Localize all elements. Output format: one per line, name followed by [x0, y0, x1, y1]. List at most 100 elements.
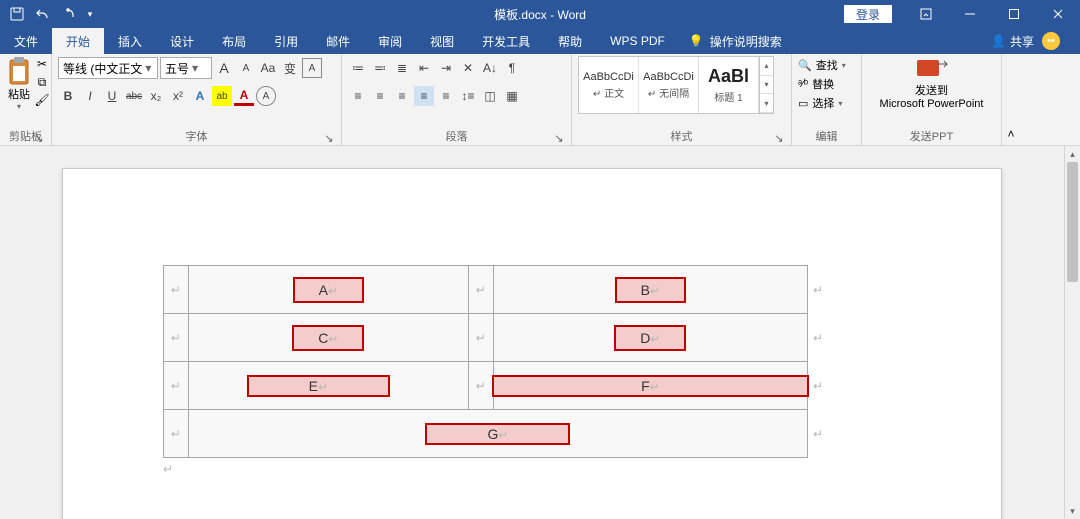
table-row[interactable]: ↵ C↵ ↵ D↵↵: [164, 314, 808, 362]
underline-button[interactable]: U: [102, 86, 122, 106]
document-table[interactable]: ↵ A↵ ↵ B↵↵ ↵ C↵ ↵ D↵↵ ↵ E↵ ↵ F↵↵: [163, 265, 808, 458]
table-cell[interactable]: B↵↵: [493, 266, 807, 314]
shading-button[interactable]: ◫: [480, 86, 500, 106]
increase-indent-button[interactable]: ⇥: [436, 58, 456, 78]
sort-button[interactable]: A↓: [480, 58, 500, 78]
vertical-scrollbar[interactable]: ▴ ▾: [1064, 146, 1080, 519]
save-icon[interactable]: [6, 3, 28, 25]
change-case-button[interactable]: Aa: [258, 58, 278, 78]
table-cell[interactable]: ↵: [164, 362, 189, 410]
dialog-launcher-icon[interactable]: ↘: [323, 132, 335, 144]
table-cell[interactable]: F↵↵: [493, 362, 807, 410]
decrease-indent-button[interactable]: ⇤: [414, 58, 434, 78]
tab-view[interactable]: 视图: [416, 28, 468, 54]
cut-icon[interactable]: ✂: [34, 56, 50, 72]
ribbon-display-options-icon[interactable]: [904, 0, 948, 28]
tab-home[interactable]: 开始: [52, 28, 104, 54]
shape-box[interactable]: D↵: [614, 325, 686, 351]
undo-icon[interactable]: [32, 3, 54, 25]
table-cell[interactable]: A↵: [188, 266, 468, 314]
bold-button[interactable]: B: [58, 86, 78, 106]
align-distribute-button[interactable]: ≡: [436, 86, 456, 106]
gallery-up-icon[interactable]: ▴: [760, 57, 773, 76]
superscript-button[interactable]: x²: [168, 86, 188, 106]
align-right-button[interactable]: ≡: [392, 86, 412, 106]
copy-icon[interactable]: ⧉: [34, 74, 50, 90]
bullets-button[interactable]: ≔: [348, 58, 368, 78]
align-left-button[interactable]: ≡: [348, 86, 368, 106]
font-size-combo[interactable]: 五号▾: [160, 57, 212, 79]
style-nospacing[interactable]: AaBbCcDi↵ 无间隔: [639, 57, 699, 113]
table-cell[interactable]: ↵: [164, 410, 189, 458]
table-cell[interactable]: ↵: [468, 266, 493, 314]
format-painter-icon[interactable]: 🖌: [34, 92, 50, 108]
tab-design[interactable]: 设计: [156, 28, 208, 54]
table-cell[interactable]: ↵: [164, 314, 189, 362]
tab-developer[interactable]: 开发工具: [468, 28, 544, 54]
shape-box[interactable]: G↵: [425, 423, 570, 445]
multilevel-button[interactable]: ≣: [392, 58, 412, 78]
table-row[interactable]: ↵ E↵ ↵ F↵↵: [164, 362, 808, 410]
replace-button[interactable]: ᵃ⁄ᵇ替换: [798, 75, 846, 93]
signin-button[interactable]: 登录: [844, 5, 892, 23]
asian-layout-button[interactable]: ✕: [458, 58, 478, 78]
tab-mailings[interactable]: 邮件: [312, 28, 364, 54]
scroll-up-icon[interactable]: ▴: [1065, 146, 1080, 162]
table-cell[interactable]: ↵: [468, 314, 493, 362]
shrink-font-button[interactable]: A: [236, 58, 256, 78]
dialog-launcher-icon[interactable]: ↘: [33, 132, 45, 144]
borders-button[interactable]: ▦: [502, 86, 522, 106]
select-button[interactable]: ▭选择▾: [798, 94, 846, 112]
page[interactable]: ↵ A↵ ↵ B↵↵ ↵ C↵ ↵ D↵↵ ↵ E↵ ↵ F↵↵: [62, 168, 1002, 519]
numbering-button[interactable]: ≕: [370, 58, 390, 78]
share-button[interactable]: 👤 共享: [991, 33, 1034, 50]
phonetic-guide-button[interactable]: 变: [280, 58, 300, 78]
highlight-button[interactable]: ab: [212, 86, 232, 106]
tab-layout[interactable]: 布局: [208, 28, 260, 54]
tab-help[interactable]: 帮助: [544, 28, 596, 54]
tab-file[interactable]: 文件: [0, 28, 52, 54]
align-justify-button[interactable]: ≡: [414, 86, 434, 106]
tab-references[interactable]: 引用: [260, 28, 312, 54]
shape-box[interactable]: B↵: [615, 277, 686, 303]
qat-customize-icon[interactable]: ▾: [84, 3, 96, 25]
dialog-launcher-icon[interactable]: ↘: [553, 132, 565, 144]
gallery-down-icon[interactable]: ▾: [760, 76, 773, 95]
style-heading1[interactable]: AaBl标题 1: [699, 57, 759, 113]
char-border-button[interactable]: A: [302, 58, 322, 78]
paste-button[interactable]: 粘贴 ▾: [6, 56, 32, 111]
style-normal[interactable]: AaBbCcDi↵ 正文: [579, 57, 639, 113]
find-button[interactable]: 🔍查找▾: [798, 56, 846, 74]
close-icon[interactable]: [1036, 0, 1080, 28]
enclose-chars-button[interactable]: A: [256, 86, 276, 106]
shape-box[interactable]: C↵: [292, 325, 364, 351]
tab-insert[interactable]: 插入: [104, 28, 156, 54]
scroll-thumb[interactable]: [1067, 162, 1078, 282]
shape-box[interactable]: F↵: [492, 375, 809, 397]
grow-font-button[interactable]: A: [214, 58, 234, 78]
table-cell[interactable]: ↵: [468, 362, 493, 410]
tab-wpspdf[interactable]: WPS PDF: [596, 28, 679, 54]
shape-box[interactable]: E↵: [247, 375, 390, 397]
send-to-powerpoint-button[interactable]: 发送到 Microsoft PowerPoint: [868, 56, 995, 110]
minimize-icon[interactable]: [948, 0, 992, 28]
maximize-icon[interactable]: [992, 0, 1036, 28]
line-spacing-button[interactable]: ↕≡: [458, 86, 478, 106]
strikethrough-button[interactable]: abc: [124, 86, 144, 106]
shape-box[interactable]: A↵: [293, 277, 364, 303]
table-cell[interactable]: G↵↵: [188, 410, 807, 458]
font-name-combo[interactable]: 等线 (中文正文▾: [58, 57, 158, 79]
redo-icon[interactable]: [58, 3, 80, 25]
gallery-more-icon[interactable]: ▾: [760, 94, 773, 113]
table-cell[interactable]: E↵: [188, 362, 468, 410]
subscript-button[interactable]: x₂: [146, 86, 166, 106]
tell-me-search[interactable]: 💡 操作说明搜索: [679, 28, 792, 54]
table-cell[interactable]: ↵: [164, 266, 189, 314]
table-row[interactable]: ↵ G↵↵: [164, 410, 808, 458]
align-center-button[interactable]: ≡: [370, 86, 390, 106]
italic-button[interactable]: I: [80, 86, 100, 106]
tab-review[interactable]: 审阅: [364, 28, 416, 54]
show-marks-button[interactable]: ¶: [502, 58, 522, 78]
font-color-button[interactable]: A: [234, 86, 254, 106]
table-cell[interactable]: C↵: [188, 314, 468, 362]
